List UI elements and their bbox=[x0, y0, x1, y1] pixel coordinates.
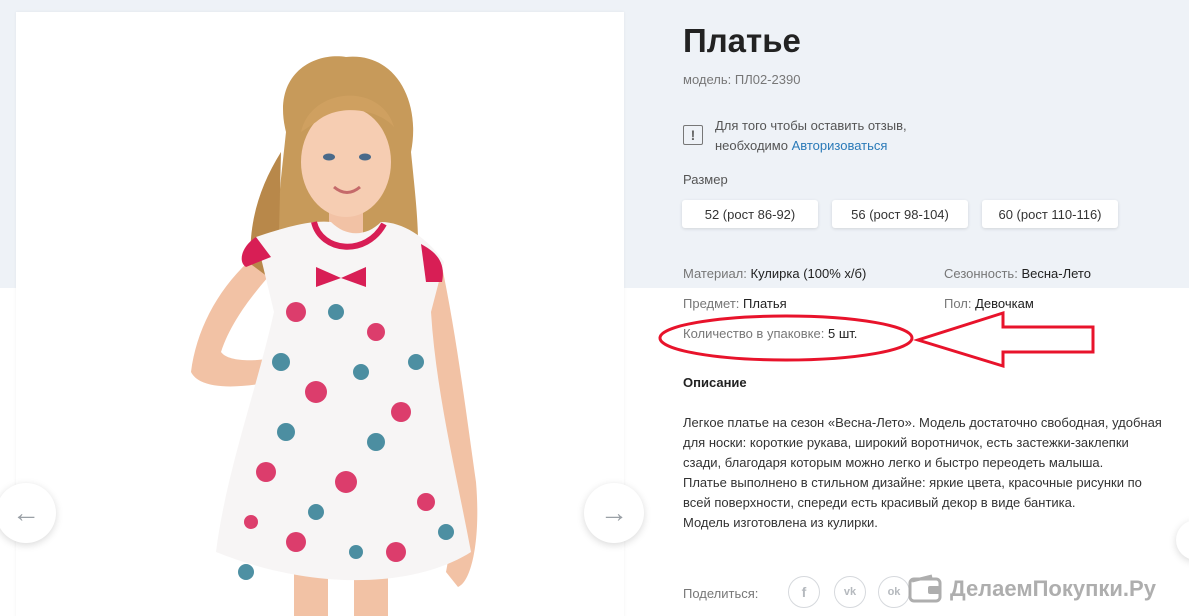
facebook-share-button[interactable]: f bbox=[788, 576, 820, 608]
property-material-key: Материал: bbox=[683, 266, 747, 281]
property-material-value: Кулирка (100% х/б) bbox=[750, 266, 867, 281]
property-gender-value: Девочкам bbox=[975, 296, 1034, 311]
description-line: Платье выполнено в стильном дизайне: ярк… bbox=[683, 475, 1142, 490]
odnoklassniki-share-button[interactable]: ok bbox=[878, 576, 910, 608]
size-option-60[interactable]: 60 (рост 110-116) bbox=[982, 200, 1118, 228]
vk-icon: vk bbox=[843, 586, 857, 598]
property-pack-key: Количество в упаковке: bbox=[683, 326, 825, 341]
login-link[interactable]: Авторизоваться bbox=[792, 138, 888, 153]
review-line-1: Для того чтобы оставить отзыв, bbox=[715, 118, 907, 133]
description-line: Модель изготовлена из кулирки. bbox=[683, 515, 878, 530]
watermark: ДелаемПокупки.Ру bbox=[908, 572, 1156, 606]
review-line-2: необходимо Авторизоваться bbox=[715, 136, 907, 156]
review-notice-text: Для того чтобы оставить отзыв, необходим… bbox=[715, 116, 907, 156]
vk-share-button[interactable]: vk bbox=[834, 576, 866, 608]
description-line: сзади, благодаря которым можно легко и б… bbox=[683, 455, 1104, 470]
annotation-arrow-icon bbox=[912, 310, 1095, 369]
property-item: Предмет: Платья bbox=[683, 296, 787, 311]
description-line: для носки: короткие рукава, широкий воро… bbox=[683, 435, 1129, 450]
property-season: Сезонность: Весна-Лето bbox=[944, 266, 1091, 281]
exclamation-icon: ! bbox=[683, 125, 703, 145]
facebook-icon: f bbox=[801, 584, 807, 600]
arrow-left-icon: ← bbox=[12, 497, 40, 528]
odnoklassniki-icon: ok bbox=[887, 586, 901, 598]
watermark-text: ДелаемПокупки.Ру bbox=[950, 576, 1156, 601]
girl-in-dress-image bbox=[191, 56, 478, 616]
property-item-key: Предмет: bbox=[683, 296, 740, 311]
property-season-key: Сезонность: bbox=[944, 266, 1018, 281]
property-gender-key: Пол: bbox=[944, 296, 972, 311]
size-option-52[interactable]: 52 (рост 86-92) bbox=[682, 200, 818, 228]
product-model: модель: ПЛ02-2390 bbox=[683, 72, 801, 87]
share-label: Поделиться: bbox=[683, 586, 759, 601]
property-pack-value: 5 шт. bbox=[827, 326, 858, 341]
property-item-value: Платья bbox=[743, 296, 787, 311]
product-title: Платье bbox=[683, 22, 801, 59]
property-material: Материал: Кулирка (100% х/б) bbox=[683, 266, 866, 281]
property-gender: Пол: Девочкам bbox=[944, 296, 1034, 311]
description-text: Легкое платье на сезон «Весна-Лето». Мод… bbox=[683, 413, 1183, 533]
gallery-next-button[interactable]: → bbox=[584, 483, 644, 543]
property-pack-quantity: Количество в упаковке: 5 шт. bbox=[683, 326, 857, 341]
wallet-icon bbox=[908, 574, 942, 603]
size-label: Размер bbox=[683, 172, 728, 187]
property-season-value: Весна-Лето bbox=[1021, 266, 1091, 281]
size-option-56[interactable]: 56 (рост 98-104) bbox=[832, 200, 968, 228]
product-photo bbox=[16, 12, 624, 616]
arrow-right-icon: → bbox=[600, 497, 628, 528]
description-line: всей поверхности, спереди есть красивый … bbox=[683, 495, 1076, 510]
description-line: Легкое платье на сезон «Весна-Лето». Мод… bbox=[683, 415, 1162, 430]
review-line-2-prefix: необходимо bbox=[715, 138, 792, 153]
description-title: Описание bbox=[683, 375, 747, 390]
